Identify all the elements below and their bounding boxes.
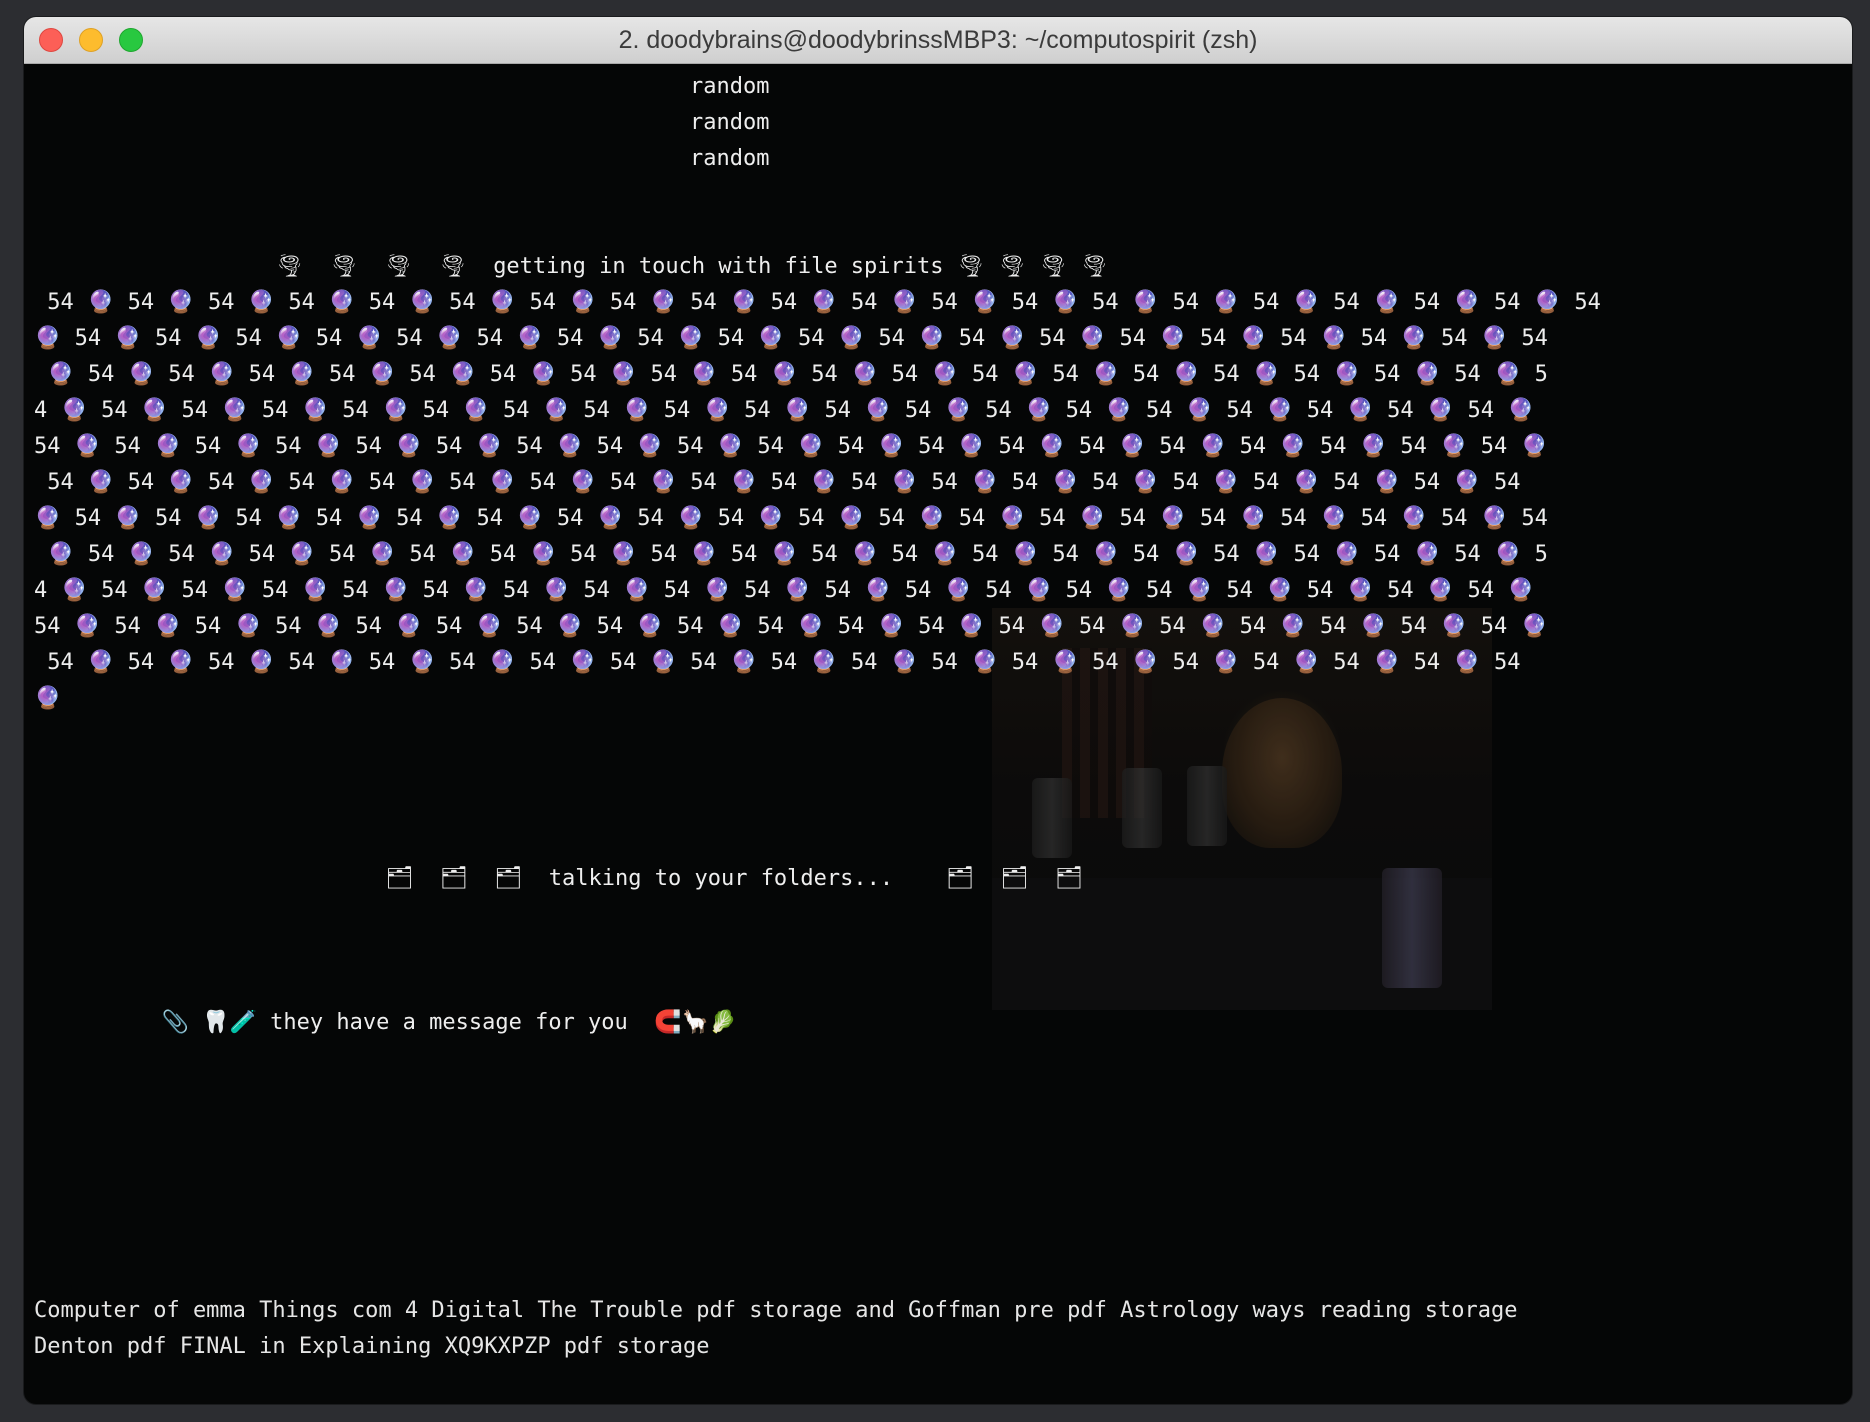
spirits-line: 🌪 🌪 🌪 🌪 getting in touch with file spiri… [196,213,1108,279]
random-line: random [690,146,770,171]
file-words-line: Denton pdf FINAL in Explaining XQ9KXPZP … [34,1334,710,1359]
folder-icons-right: 🗂 🗂 🗂 [946,866,1083,891]
crystal-grid-row: 🔮 54 🔮 54 🔮 54 🔮 54 🔮 54 🔮 54 🔮 54 🔮 54 … [34,506,1548,531]
message-icons-right: 🧲🦙🥬 [654,1010,737,1035]
window-title: 2. doodybrains@doodybrinssMBP3: ~/comput… [618,26,1258,54]
crystal-grid-row: 🔮 [34,686,62,711]
title-bar[interactable]: 2. doodybrains@doodybrinssMBP3: ~/comput… [24,17,1852,64]
folders-text: talking to your folders... [548,866,894,891]
folders-line: 🗂 🗂 🗂 talking to your folders... 🗂 🗂 🗂 [306,825,1082,891]
crystal-grid-row: 4 🔮 54 🔮 54 🔮 54 🔮 54 🔮 54 🔮 54 🔮 54 🔮 5… [34,398,1535,423]
message-text: they have a message for you [270,1010,628,1035]
crystal-grid-row: 54 🔮 54 🔮 54 🔮 54 🔮 54 🔮 54 🔮 54 🔮 54 🔮 … [34,290,1601,315]
terminal-output[interactable]: random random random 🌪 🌪 🌪 🌪 getting in … [24,64,1852,1404]
crystal-grid-row: 🔮 54 🔮 54 🔮 54 🔮 54 🔮 54 🔮 54 🔮 54 🔮 54 … [34,362,1548,387]
crystal-grid-row: 4 🔮 54 🔮 54 🔮 54 🔮 54 🔮 54 🔮 54 🔮 54 🔮 5… [34,578,1535,603]
message-icons-left: 📎 🦷🧪 [161,1010,257,1035]
message-line: 📎 🦷🧪 they have a message for you 🧲🦙🥬 [82,969,736,1035]
tornado-icons-left: 🌪 🌪 🌪 🌪 [275,254,467,279]
file-words-line: Computer of emma Things com 4 Digital Th… [34,1298,1518,1323]
spirits-text: getting in touch with file spirits [493,254,944,279]
crystal-grid-row: 54 🔮 54 🔮 54 🔮 54 🔮 54 🔮 54 🔮 54 🔮 54 🔮 … [34,434,1548,459]
random-line: random [690,110,770,135]
crystal-grid-row: 🔮 54 🔮 54 🔮 54 🔮 54 🔮 54 🔮 54 🔮 54 🔮 54 … [34,542,1548,567]
crystal-grid-row: 54 🔮 54 🔮 54 🔮 54 🔮 54 🔮 54 🔮 54 🔮 54 🔮 … [34,650,1521,675]
terminal-window: 2. doodybrains@doodybrinssMBP3: ~/comput… [24,17,1852,1404]
tornado-icons-right: 🌪 🌪 🌪 🌪 [956,254,1109,279]
random-line: random [690,74,770,99]
crystal-grid-row: 54 🔮 54 🔮 54 🔮 54 🔮 54 🔮 54 🔮 54 🔮 54 🔮 … [34,614,1548,639]
crystal-grid-row: 🔮 54 🔮 54 🔮 54 🔮 54 🔮 54 🔮 54 🔮 54 🔮 54 … [34,326,1548,351]
crystal-grid-row: 54 🔮 54 🔮 54 🔮 54 🔮 54 🔮 54 🔮 54 🔮 54 🔮 … [34,470,1521,495]
folder-icons-left: 🗂 🗂 🗂 [385,866,523,891]
